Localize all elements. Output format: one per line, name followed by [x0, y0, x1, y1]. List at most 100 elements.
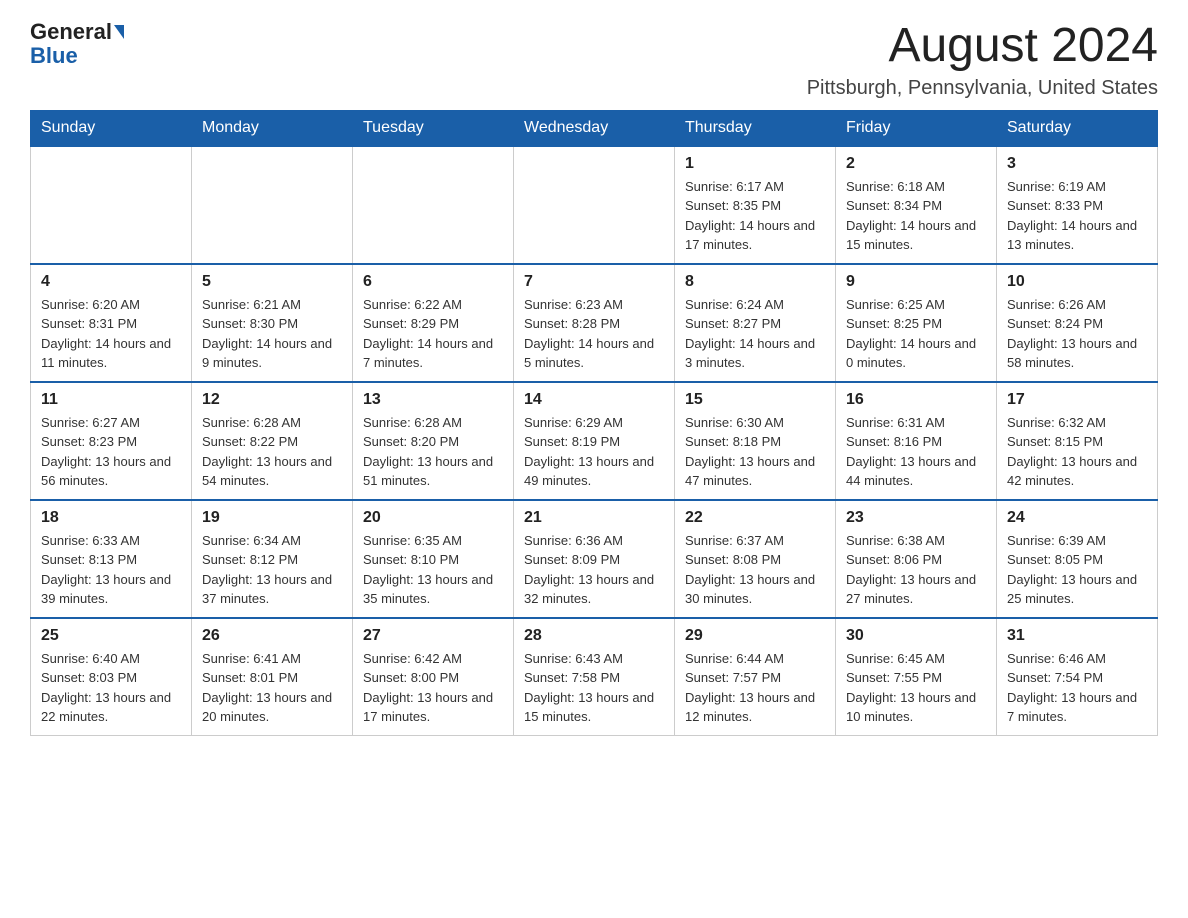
day-info: Sunrise: 6:30 AM Sunset: 8:18 PM Dayligh… — [685, 413, 825, 491]
day-info: Sunrise: 6:35 AM Sunset: 8:10 PM Dayligh… — [363, 531, 503, 609]
calendar-day-cell: 25 Sunrise: 6:40 AM Sunset: 8:03 PM Dayli… — [31, 618, 192, 736]
calendar-day-cell: 22 Sunrise: 6:37 AM Sunset: 8:08 PM Dayli… — [675, 500, 836, 618]
day-header-row: SundayMondayTuesdayWednesdayThursdayFrid… — [31, 110, 1158, 146]
calendar-day-cell: 23Sunrise: 6:38 AM Sunset: 8:06 PM Dayli… — [836, 500, 997, 618]
calendar-day-cell: 26 Sunrise: 6:41 AM Sunset: 8:01 PM Dayli… — [192, 618, 353, 736]
calendar-day-cell: 13 Sunrise: 6:28 AM Sunset: 8:20 PM Dayli… — [353, 382, 514, 500]
day-info: Sunrise: 6:31 AM Sunset: 8:16 PM Dayligh… — [846, 413, 986, 491]
day-number: 22 — [685, 509, 825, 527]
day-number: 30 — [846, 627, 986, 645]
day-info: Sunrise: 6:38 AM Sunset: 8:06 PM Dayligh… — [846, 531, 986, 609]
day-of-week-header: Friday — [836, 110, 997, 146]
day-info: Sunrise: 6:37 AM Sunset: 8:08 PM Dayligh… — [685, 531, 825, 609]
location-title: Pittsburgh, Pennsylvania, United States — [807, 77, 1158, 100]
calendar-week-row: 4Sunrise: 6:20 AM Sunset: 8:31 PM Daylig… — [31, 264, 1158, 382]
calendar-day-cell: 12 Sunrise: 6:28 AM Sunset: 8:22 PM Dayli… — [192, 382, 353, 500]
day-number: 25 — [41, 627, 181, 645]
day-info: Sunrise: 6:40 AM Sunset: 8:03 PM Dayligh… — [41, 649, 181, 727]
calendar-day-cell: 19 Sunrise: 6:34 AM Sunset: 8:12 PM Dayli… — [192, 500, 353, 618]
calendar-day-cell: 29Sunrise: 6:44 AM Sunset: 7:57 PM Dayli… — [675, 618, 836, 736]
page-header: General Blue August 2024 Pittsburgh, Pen… — [30, 20, 1158, 100]
day-info: Sunrise: 6:42 AM Sunset: 8:00 PM Dayligh… — [363, 649, 503, 727]
calendar-table: SundayMondayTuesdayWednesdayThursdayFrid… — [30, 110, 1158, 736]
day-number: 13 — [363, 391, 503, 409]
calendar-day-cell: 31 Sunrise: 6:46 AM Sunset: 7:54 PM Dayli… — [997, 618, 1158, 736]
day-number: 17 — [1007, 391, 1147, 409]
calendar-day-cell: 10Sunrise: 6:26 AM Sunset: 8:24 PM Dayli… — [997, 264, 1158, 382]
day-info: Sunrise: 6:28 AM Sunset: 8:22 PM Dayligh… — [202, 413, 342, 491]
day-of-week-header: Saturday — [997, 110, 1158, 146]
day-number: 20 — [363, 509, 503, 527]
day-info: Sunrise: 6:39 AM Sunset: 8:05 PM Dayligh… — [1007, 531, 1147, 609]
calendar-week-row: 25 Sunrise: 6:40 AM Sunset: 8:03 PM Dayli… — [31, 618, 1158, 736]
calendar-day-cell: 24 Sunrise: 6:39 AM Sunset: 8:05 PM Dayli… — [997, 500, 1158, 618]
calendar-day-cell — [31, 146, 192, 264]
calendar-day-cell: 20 Sunrise: 6:35 AM Sunset: 8:10 PM Dayli… — [353, 500, 514, 618]
day-info: Sunrise: 6:19 AM Sunset: 8:33 PM Dayligh… — [1007, 177, 1147, 255]
calendar-day-cell: 4Sunrise: 6:20 AM Sunset: 8:31 PM Daylig… — [31, 264, 192, 382]
day-info: Sunrise: 6:21 AM Sunset: 8:30 PM Dayligh… — [202, 295, 342, 373]
day-number: 19 — [202, 509, 342, 527]
calendar-day-cell: 7 Sunrise: 6:23 AM Sunset: 8:28 PM Daylig… — [514, 264, 675, 382]
calendar-day-cell: 11 Sunrise: 6:27 AM Sunset: 8:23 PM Dayli… — [31, 382, 192, 500]
calendar-day-cell: 1 Sunrise: 6:17 AM Sunset: 8:35 PM Daylig… — [675, 146, 836, 264]
day-number: 9 — [846, 273, 986, 291]
calendar-day-cell — [514, 146, 675, 264]
day-info: Sunrise: 6:36 AM Sunset: 8:09 PM Dayligh… — [524, 531, 664, 609]
day-number: 28 — [524, 627, 664, 645]
day-number: 15 — [685, 391, 825, 409]
day-info: Sunrise: 6:46 AM Sunset: 7:54 PM Dayligh… — [1007, 649, 1147, 727]
day-number: 21 — [524, 509, 664, 527]
day-number: 27 — [363, 627, 503, 645]
day-number: 3 — [1007, 155, 1147, 173]
day-number: 8 — [685, 273, 825, 291]
calendar-day-cell: 21 Sunrise: 6:36 AM Sunset: 8:09 PM Dayli… — [514, 500, 675, 618]
calendar-day-cell: 17Sunrise: 6:32 AM Sunset: 8:15 PM Dayli… — [997, 382, 1158, 500]
day-of-week-header: Monday — [192, 110, 353, 146]
day-number: 5 — [202, 273, 342, 291]
calendar-day-cell: 16 Sunrise: 6:31 AM Sunset: 8:16 PM Dayli… — [836, 382, 997, 500]
calendar-day-cell: 30Sunrise: 6:45 AM Sunset: 7:55 PM Dayli… — [836, 618, 997, 736]
day-info: Sunrise: 6:26 AM Sunset: 8:24 PM Dayligh… — [1007, 295, 1147, 373]
calendar-day-cell — [192, 146, 353, 264]
day-of-week-header: Sunday — [31, 110, 192, 146]
calendar-day-cell: 6Sunrise: 6:22 AM Sunset: 8:29 PM Daylig… — [353, 264, 514, 382]
day-info: Sunrise: 6:27 AM Sunset: 8:23 PM Dayligh… — [41, 413, 181, 491]
day-number: 31 — [1007, 627, 1147, 645]
day-number: 11 — [41, 391, 181, 409]
day-number: 18 — [41, 509, 181, 527]
day-info: Sunrise: 6:41 AM Sunset: 8:01 PM Dayligh… — [202, 649, 342, 727]
day-number: 24 — [1007, 509, 1147, 527]
calendar-day-cell: 15 Sunrise: 6:30 AM Sunset: 8:18 PM Dayli… — [675, 382, 836, 500]
day-info: Sunrise: 6:29 AM Sunset: 8:19 PM Dayligh… — [524, 413, 664, 491]
logo-blue-text: Blue — [30, 43, 78, 68]
calendar-day-cell: 28Sunrise: 6:43 AM Sunset: 7:58 PM Dayli… — [514, 618, 675, 736]
day-info: Sunrise: 6:25 AM Sunset: 8:25 PM Dayligh… — [846, 295, 986, 373]
day-info: Sunrise: 6:20 AM Sunset: 8:31 PM Dayligh… — [41, 295, 181, 373]
calendar-day-cell: 8 Sunrise: 6:24 AM Sunset: 8:27 PM Daylig… — [675, 264, 836, 382]
day-number: 2 — [846, 155, 986, 173]
day-info: Sunrise: 6:34 AM Sunset: 8:12 PM Dayligh… — [202, 531, 342, 609]
day-of-week-header: Wednesday — [514, 110, 675, 146]
day-number: 7 — [524, 273, 664, 291]
day-info: Sunrise: 6:33 AM Sunset: 8:13 PM Dayligh… — [41, 531, 181, 609]
calendar-day-cell: 9 Sunrise: 6:25 AM Sunset: 8:25 PM Daylig… — [836, 264, 997, 382]
day-number: 16 — [846, 391, 986, 409]
calendar-day-cell: 2Sunrise: 6:18 AM Sunset: 8:34 PM Daylig… — [836, 146, 997, 264]
logo: General Blue — [30, 20, 124, 68]
day-info: Sunrise: 6:17 AM Sunset: 8:35 PM Dayligh… — [685, 177, 825, 255]
day-number: 1 — [685, 155, 825, 173]
logo-arrow-icon — [114, 25, 124, 39]
month-title: August 2024 — [807, 20, 1158, 73]
day-number: 12 — [202, 391, 342, 409]
calendar-week-row: 11 Sunrise: 6:27 AM Sunset: 8:23 PM Dayli… — [31, 382, 1158, 500]
day-of-week-header: Tuesday — [353, 110, 514, 146]
day-info: Sunrise: 6:44 AM Sunset: 7:57 PM Dayligh… — [685, 649, 825, 727]
day-info: Sunrise: 6:23 AM Sunset: 8:28 PM Dayligh… — [524, 295, 664, 373]
day-number: 26 — [202, 627, 342, 645]
day-number: 6 — [363, 273, 503, 291]
day-info: Sunrise: 6:24 AM Sunset: 8:27 PM Dayligh… — [685, 295, 825, 373]
calendar-week-row: 1 Sunrise: 6:17 AM Sunset: 8:35 PM Daylig… — [31, 146, 1158, 264]
calendar-day-cell — [353, 146, 514, 264]
day-info: Sunrise: 6:28 AM Sunset: 8:20 PM Dayligh… — [363, 413, 503, 491]
